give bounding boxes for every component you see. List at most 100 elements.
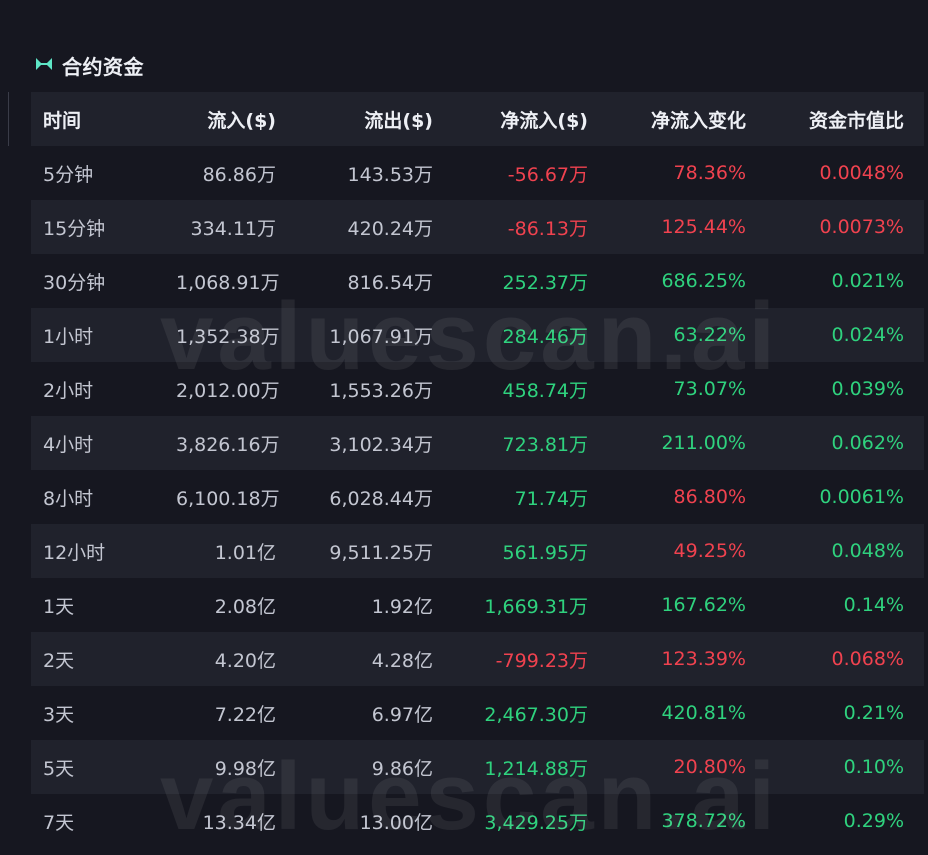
table-header-row: 时间 流入($) 流出($) 净流入($) 净流入变化 资金市值比: [31, 92, 924, 146]
cell-net-change: 63.22%: [673, 324, 746, 346]
cell-net-change: 123.39%: [661, 648, 746, 670]
cell-outflow: 9.86亿: [371, 757, 433, 780]
table-row: 2小时 2,012.00万 1,553.26万 458.74万 73.07% 0.039%: [31, 362, 924, 416]
table-row: 1小时 1,352.38万 1,067.91万 284.46万 63.22% 0.024%: [31, 308, 924, 362]
cell-cap-ratio: 0.062%: [831, 432, 904, 454]
cell-outflow: 6.97亿: [371, 703, 433, 726]
cell-net-inflow: 561.95万: [502, 541, 588, 564]
cell-net-change: 49.25%: [673, 540, 746, 562]
cell-inflow: 2,012.00万: [176, 379, 280, 402]
column-header-net-inflow[interactable]: 净流入($): [443, 106, 598, 133]
cell-net-change: 78.36%: [673, 162, 746, 184]
cell-inflow: 6,100.18万: [176, 487, 280, 510]
cell-outflow: 1,553.26万: [329, 379, 433, 402]
table-row: 1天 2.08亿 1.92亿 1,669.31万 167.62% 0.14%: [31, 578, 924, 632]
cell-cap-ratio: 0.29%: [843, 810, 904, 832]
cell-inflow: 1,352.38万: [176, 325, 280, 348]
left-panel-edge: [0, 92, 9, 146]
cell-outflow: 420.24万: [347, 217, 433, 240]
cell-cap-ratio: 0.10%: [843, 756, 904, 778]
cell-net-inflow: 252.37万: [502, 271, 588, 294]
cell-outflow: 9,511.25万: [329, 541, 433, 564]
cell-inflow: 13.34亿: [202, 811, 276, 834]
table-row: 4小时 3,826.16万 3,102.34万 723.81万 211.00% 0.062…: [31, 416, 924, 470]
cell-net-change: 378.72%: [661, 810, 746, 832]
cell-cap-ratio: 0.024%: [831, 324, 904, 346]
table-row: 5分钟 86.86万 143.53万 -56.67万 78.36% 0.0048%: [31, 146, 924, 200]
cell-inflow: 4.20亿: [214, 649, 276, 672]
cell-cap-ratio: 0.0048%: [819, 162, 904, 184]
cell-time: 7天: [43, 811, 75, 834]
cell-net-inflow: -56.67万: [507, 163, 588, 186]
cell-inflow: 1,068.91万: [176, 271, 280, 294]
cell-cap-ratio: 0.21%: [843, 702, 904, 724]
table-row: 12小时 1.01亿 9,511.25万 561.95万 49.25% 0.048%: [31, 524, 924, 578]
cell-net-inflow: 71.74万: [514, 487, 588, 510]
cell-outflow: 3,102.34万: [329, 433, 433, 456]
cell-net-inflow: 2,467.30万: [484, 703, 588, 726]
cell-inflow: 86.86万: [202, 163, 276, 186]
cell-outflow: 6,028.44万: [329, 487, 433, 510]
column-header-time[interactable]: 时间: [31, 106, 176, 133]
cell-net-change: 211.00%: [661, 432, 746, 454]
cell-outflow: 143.53万: [347, 163, 433, 186]
table-row: 5天 9.98亿 9.86亿 1,214.88万 20.80% 0.10%: [31, 740, 924, 794]
cell-net-inflow: 723.81万: [502, 433, 588, 456]
section-header: 合约资金: [34, 50, 144, 80]
infinity-icon: [34, 56, 54, 75]
cell-time: 30分钟: [43, 271, 106, 294]
fund-flow-page: 合约资金 时间 流入($) 流出($) 净流入($) 净流入变化 资金市值比 5…: [0, 0, 928, 855]
cell-outflow: 13.00亿: [359, 811, 433, 834]
table-body: 5分钟 86.86万 143.53万 -56.67万 78.36% 0.0048% 15分钟…: [31, 146, 924, 848]
table-row: 7天 13.34亿 13.00亿 3,429.25万 378.72% 0.29%: [31, 794, 924, 848]
table-row: 8小时 6,100.18万 6,028.44万 71.74万 86.80% 0.0061%: [31, 470, 924, 524]
cell-net-change: 73.07%: [673, 378, 746, 400]
column-header-outflow[interactable]: 流出($): [286, 106, 443, 133]
cell-time: 15分钟: [43, 217, 106, 240]
table-row: 2天 4.20亿 4.28亿 -799.23万 123.39% 0.068%: [31, 632, 924, 686]
cell-cap-ratio: 0.068%: [831, 648, 904, 670]
cell-outflow: 1,067.91万: [329, 325, 433, 348]
cell-cap-ratio: 0.039%: [831, 378, 904, 400]
cell-cap-ratio: 0.0073%: [819, 216, 904, 238]
cell-outflow: 816.54万: [347, 271, 433, 294]
cell-inflow: 2.08亿: [214, 595, 276, 618]
cell-time: 1小时: [43, 325, 94, 348]
fund-flow-table: 时间 流入($) 流出($) 净流入($) 净流入变化 资金市值比 5分钟 86.…: [31, 92, 924, 848]
cell-net-change: 125.44%: [661, 216, 746, 238]
cell-time: 3天: [43, 703, 75, 726]
column-header-net-change[interactable]: 净流入变化: [598, 106, 756, 133]
cell-time: 5分钟: [43, 163, 94, 186]
cell-time: 2小时: [43, 379, 94, 402]
table-row: 3天 7.22亿 6.97亿 2,467.30万 420.81% 0.21%: [31, 686, 924, 740]
cell-outflow: 1.92亿: [371, 595, 433, 618]
table-row: 15分钟 334.11万 420.24万 -86.13万 125.44% 0.0073%: [31, 200, 924, 254]
cell-net-inflow: 1,214.88万: [484, 757, 588, 780]
column-header-inflow[interactable]: 流入($): [176, 106, 286, 133]
cell-net-inflow: -799.23万: [495, 649, 588, 672]
table-row: 30分钟 1,068.91万 816.54万 252.37万 686.25% 0.021%: [31, 254, 924, 308]
cell-inflow: 334.11万: [190, 217, 276, 240]
cell-time: 4小时: [43, 433, 94, 456]
cell-net-inflow: -86.13万: [507, 217, 588, 240]
cell-inflow: 3,826.16万: [176, 433, 280, 456]
column-header-cap-ratio[interactable]: 资金市值比: [756, 106, 914, 133]
cell-cap-ratio: 0.021%: [831, 270, 904, 292]
cell-inflow: 9.98亿: [214, 757, 276, 780]
cell-time: 8小时: [43, 487, 94, 510]
cell-net-inflow: 3,429.25万: [484, 811, 588, 834]
cell-cap-ratio: 0.0061%: [819, 486, 904, 508]
cell-net-inflow: 1,669.31万: [484, 595, 588, 618]
cell-outflow: 4.28亿: [371, 649, 433, 672]
cell-net-change: 686.25%: [661, 270, 746, 292]
cell-net-change: 420.81%: [661, 702, 746, 724]
cell-inflow: 7.22亿: [214, 703, 276, 726]
cell-net-change: 167.62%: [661, 594, 746, 616]
cell-cap-ratio: 0.048%: [831, 540, 904, 562]
cell-cap-ratio: 0.14%: [843, 594, 904, 616]
cell-net-inflow: 284.46万: [502, 325, 588, 348]
cell-time: 12小时: [43, 541, 106, 564]
cell-net-change: 86.80%: [673, 486, 746, 508]
cell-time: 1天: [43, 595, 75, 618]
cell-net-change: 20.80%: [673, 756, 746, 778]
